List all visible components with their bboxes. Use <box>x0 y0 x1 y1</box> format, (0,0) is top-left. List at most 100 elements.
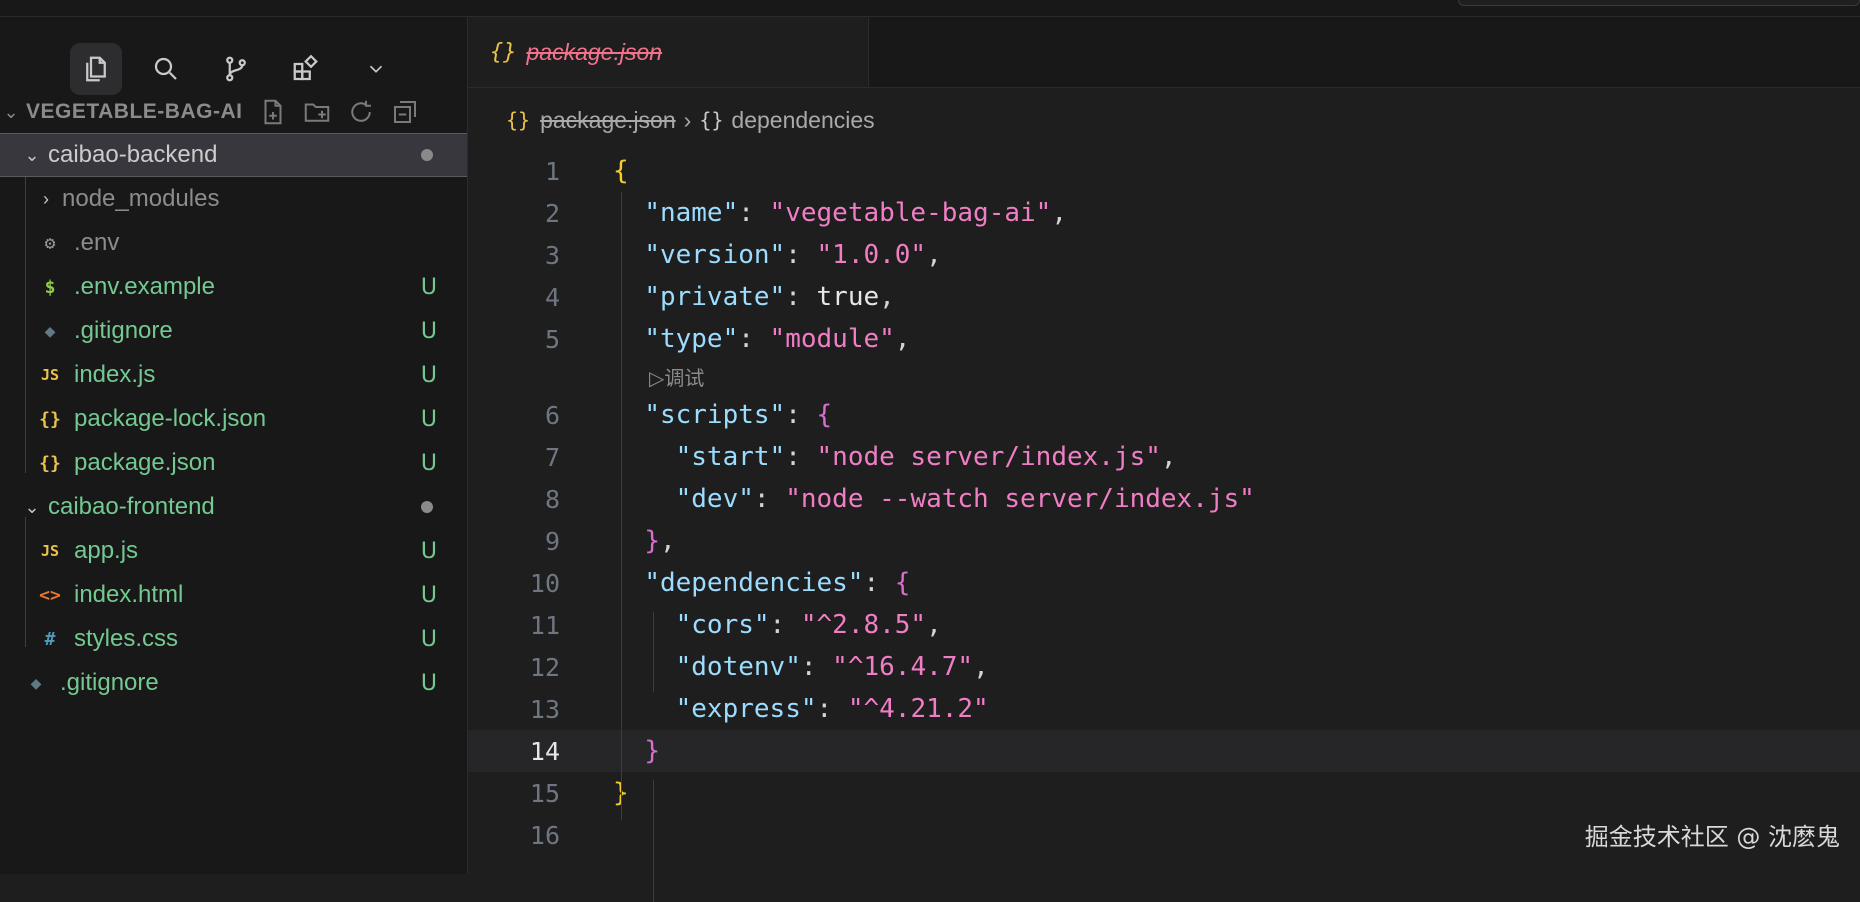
code-line[interactable]: 11 "cors": "^2.8.5", <box>468 604 1860 646</box>
new-file-icon[interactable] <box>258 97 288 127</box>
tree-file[interactable]: ◆ .gitignore U <box>0 661 467 705</box>
code-token: , <box>659 526 676 556</box>
js-icon: JS <box>40 542 60 560</box>
tree-file[interactable]: ⚙ .env <box>0 221 467 265</box>
code-token: "node --watch server/index.js" <box>785 484 1255 514</box>
git-icon: ◆ <box>30 672 42 694</box>
code-token: : <box>800 652 833 682</box>
json-icon: {} <box>506 108 531 132</box>
tree-file[interactable]: JS index.js U <box>0 353 467 397</box>
chevron-down-icon[interactable]: ⌄ <box>20 497 44 518</box>
tree-folder[interactable]: › node_modules <box>0 177 467 221</box>
line-number: 15 <box>529 778 560 808</box>
html-icon: <> <box>39 584 61 606</box>
more-views-button[interactable] <box>350 43 402 95</box>
code-token: "scripts" <box>644 400 786 430</box>
collapse-all-icon[interactable] <box>390 97 420 127</box>
code-line[interactable]: 1{ <box>468 150 1860 192</box>
chevron-down-icon[interactable]: ⌄ <box>20 145 44 166</box>
code-token: : <box>738 198 770 228</box>
chevron-right-icon[interactable]: › <box>34 189 58 210</box>
code-line[interactable]: 8 "dev": "node --watch server/index.js" <box>468 478 1860 520</box>
code-text: "dotenv": "^16.4.7", <box>613 652 989 682</box>
code-token: "dotenv" <box>675 652 801 682</box>
breadcrumb-file[interactable]: package.json <box>540 107 676 134</box>
code-token: : <box>816 694 848 724</box>
explorer-button[interactable] <box>70 43 122 95</box>
code-line[interactable]: 4 "private": true, <box>468 276 1860 318</box>
sidebar: ⌄ VEGETABLE-BAG-AI ⌄ caibao-backend › node_… <box>0 17 468 874</box>
new-folder-icon[interactable] <box>302 97 332 127</box>
watermark: 掘金技术社区 @ 沈麽鬼 <box>1584 823 1840 851</box>
explorer-header[interactable]: ⌄ VEGETABLE-BAG-AI <box>0 92 467 132</box>
code-token: "dependencies" <box>644 568 864 598</box>
command-center[interactable] <box>1458 0 1860 6</box>
code-token: , <box>1051 198 1067 228</box>
code-token: , <box>1160 442 1177 472</box>
code-line[interactable]: 3 "version": "1.0.0", <box>468 234 1860 276</box>
code-line[interactable]: 6 "scripts": { <box>468 394 1860 436</box>
code-editor[interactable]: 1{2 "name": "vegetable-bag-ai", 3 "versio… <box>468 150 1860 902</box>
indent-guide <box>621 192 622 820</box>
tree-item-label: package.json <box>74 449 216 476</box>
code-token: : <box>785 442 817 472</box>
tree-folder[interactable]: ⌄ caibao-backend <box>0 133 467 177</box>
code-token: "^4.21.2" <box>847 694 989 724</box>
tree-file[interactable]: # styles.css U <box>0 617 467 661</box>
code-line[interactable]: 12 "dotenv": "^16.4.7", <box>468 646 1860 688</box>
tree-file[interactable]: $ .env.example U <box>0 265 467 309</box>
code-line[interactable]: 14 } <box>468 730 1860 772</box>
code-line[interactable]: 13 "express": "^4.21.2" <box>468 688 1860 730</box>
breadcrumb-symbol[interactable]: dependencies <box>731 107 874 134</box>
search-button[interactable] <box>140 43 192 95</box>
debug-codelens[interactable]: ▷调试 <box>649 362 704 391</box>
line-number: 7 <box>544 442 560 472</box>
tree-file[interactable]: <> index.html U <box>0 573 467 617</box>
extensions-icon <box>293 54 318 81</box>
code-token: , <box>926 240 942 270</box>
code-line[interactable]: 10 "dependencies": { <box>468 562 1860 604</box>
tree-folder[interactable]: ⌄ caibao-frontend <box>0 485 467 529</box>
code-line[interactable]: 5 "type": "module", <box>468 318 1860 360</box>
files-icon <box>86 56 106 82</box>
code-token: } <box>644 736 660 766</box>
tree-file[interactable]: JS app.js U <box>0 529 467 573</box>
tree-item-label: index.js <box>74 361 156 388</box>
tree-item-label: node_modules <box>62 185 220 212</box>
code-token: true <box>816 282 880 312</box>
code-token: "vegetable-bag-ai" <box>769 198 1052 228</box>
code-token: , <box>926 610 942 640</box>
tree-file[interactable]: ◆ .gitignore U <box>0 309 467 353</box>
tab-package-json[interactable]: {} package.json <box>468 17 869 87</box>
code-token: : <box>738 324 770 354</box>
line-number: 9 <box>544 526 560 556</box>
tree-file[interactable]: {} package.json U <box>0 441 467 485</box>
chevron-down-icon: ⌄ <box>3 101 19 122</box>
source-control-button[interactable] <box>210 43 262 95</box>
indent-guide <box>653 612 654 692</box>
tree-item-label: .gitignore <box>60 669 159 696</box>
code-line[interactable]: 9 }, <box>468 520 1860 562</box>
code-token: : <box>769 610 801 640</box>
line-number: 11 <box>529 610 560 640</box>
code-line[interactable]: 2 "name": "vegetable-bag-ai", <box>468 192 1860 234</box>
chevron-right-icon: › <box>683 106 692 133</box>
code-line[interactable]: 7 "start": "node server/index.js", <box>468 436 1860 478</box>
refresh-icon[interactable] <box>346 97 376 127</box>
workspace-title: VEGETABLE-BAG-AI <box>26 100 243 123</box>
code-line[interactable]: 15} <box>468 772 1860 814</box>
extensions-button[interactable] <box>280 43 332 95</box>
line-number: 4 <box>544 282 560 312</box>
tree-item-label: package-lock.json <box>74 405 267 432</box>
code-token: , <box>894 324 911 354</box>
tree-file[interactable]: {} package-lock.json U <box>0 397 467 441</box>
code-token: "private" <box>644 282 786 312</box>
code-text: "cors": "^2.8.5", <box>613 610 942 640</box>
code-text: "start": "node server/index.js", <box>613 442 1177 472</box>
git-status-badge: U <box>420 538 437 564</box>
code-token: "^2.8.5" <box>800 610 927 640</box>
code-token: "name" <box>644 198 739 228</box>
code-token: , <box>973 652 989 682</box>
